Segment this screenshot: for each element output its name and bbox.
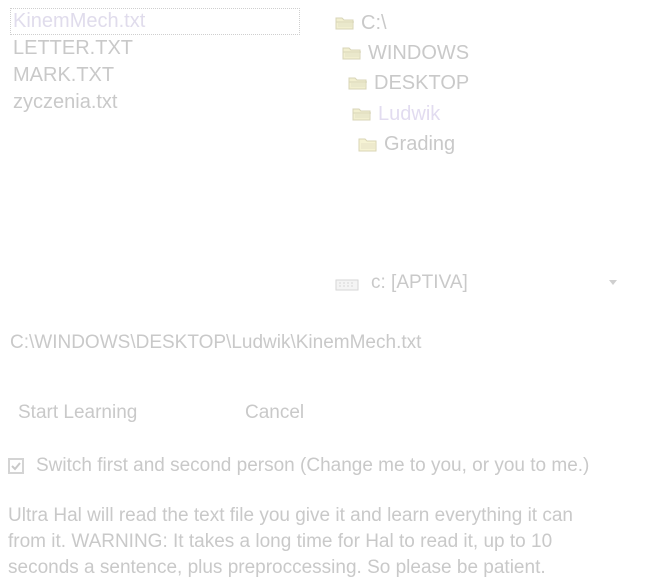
cancel-button[interactable]: Cancel xyxy=(245,398,304,428)
folder-icon xyxy=(358,136,378,152)
file-item-kinemmech[interactable]: KinemMech.txt xyxy=(10,8,300,35)
selected-path: C:\WINDOWS\DESKTOP\Ludwik\KinemMech.txt xyxy=(10,332,422,353)
folder-label: Ludwik xyxy=(378,103,441,125)
folder-item-windows[interactable]: WINDOWS xyxy=(342,38,469,68)
switch-person-checkbox[interactable] xyxy=(8,458,24,474)
description-text: Ultra Hal will read the text file you gi… xyxy=(8,505,573,578)
drive-select-value: c: [APTIVA] xyxy=(371,272,468,293)
switch-person-option[interactable]: Switch first and second person (Change m… xyxy=(8,452,589,480)
open-folder-icon xyxy=(335,15,355,31)
file-item-zyczenia[interactable]: zyczenia.txt xyxy=(10,89,310,116)
open-folder-icon xyxy=(348,75,368,91)
drive-icon xyxy=(335,276,359,291)
folder-item-grading[interactable]: Grading xyxy=(358,129,455,159)
file-list[interactable]: KinemMech.txt LETTER.TXT MARK.TXT zyczen… xyxy=(10,8,310,118)
folder-tree[interactable]: C:\ WINDOWS DESKTOP Ludwik Grading xyxy=(330,8,650,168)
folder-label: Grading xyxy=(384,133,456,155)
folder-label: C:\ xyxy=(361,12,387,34)
folder-label: WINDOWS xyxy=(368,42,470,64)
open-folder-icon xyxy=(342,45,362,61)
start-learning-button[interactable]: Start Learning xyxy=(18,398,137,428)
open-folder-icon xyxy=(352,106,372,122)
folder-item-desktop[interactable]: DESKTOP xyxy=(348,68,469,98)
folder-item-ludwik[interactable]: Ludwik xyxy=(352,99,440,129)
drive-select[interactable]: c: [APTIVA] xyxy=(335,266,625,300)
file-item-mark[interactable]: MARK.TXT xyxy=(10,62,310,89)
chevron-down-icon[interactable] xyxy=(609,280,617,285)
folder-item-c-root[interactable]: C:\ xyxy=(335,8,387,38)
folder-label: DESKTOP xyxy=(374,72,470,94)
file-item-letter[interactable]: LETTER.TXT xyxy=(10,35,310,62)
switch-person-label: Switch first and second person (Change m… xyxy=(36,455,590,476)
